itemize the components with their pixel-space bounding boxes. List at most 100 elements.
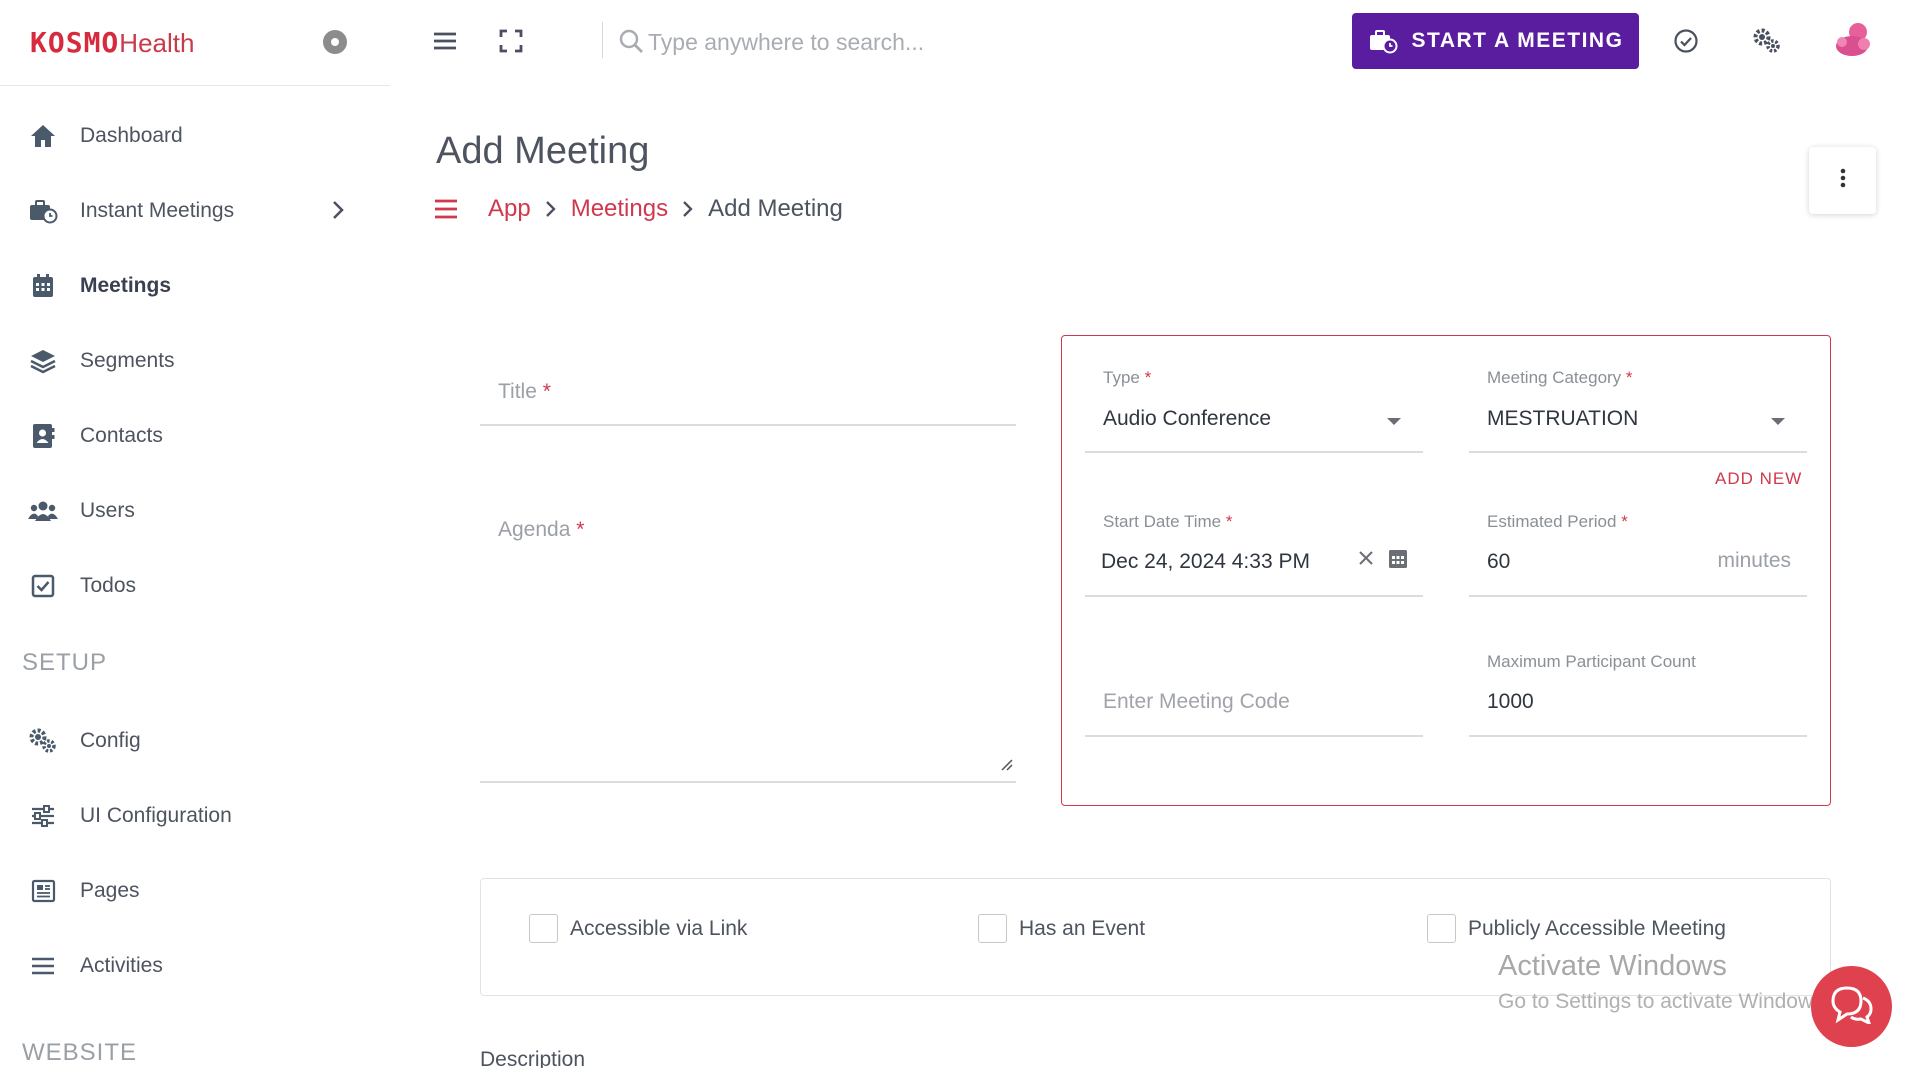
contact-book-icon bbox=[28, 421, 58, 451]
settings-gears-icon[interactable] bbox=[1752, 28, 1782, 59]
activate-windows-watermark-subtitle: Go to Settings to activate Windows. bbox=[1498, 990, 1830, 1013]
sidebar-collapse-toggle-icon[interactable] bbox=[323, 30, 347, 54]
sidebar-item-dashboard[interactable]: Dashboard bbox=[0, 98, 390, 173]
estimated-period-field[interactable]: Estimated Period * 60 minutes bbox=[1469, 512, 1807, 597]
start-date-time-label: Start Date Time * bbox=[1103, 512, 1233, 531]
home-icon bbox=[28, 121, 58, 151]
check-circle-icon[interactable] bbox=[1673, 28, 1699, 59]
start-meeting-button[interactable]: START A MEETING bbox=[1352, 13, 1639, 69]
brand-name-bold: KOSMO bbox=[30, 26, 120, 59]
gears-icon bbox=[28, 726, 58, 756]
breadcrumb-current: Add Meeting bbox=[708, 195, 843, 222]
checkbox-label: Publicly Accessible Meeting bbox=[1468, 916, 1726, 940]
user-avatar[interactable] bbox=[1832, 18, 1876, 62]
page-title: Add Meeting bbox=[436, 130, 650, 172]
activate-windows-watermark-title: Activate Windows bbox=[1498, 950, 1727, 982]
publicly-accessible-checkbox[interactable] bbox=[1427, 914, 1456, 943]
sidebar-item-ui-configuration[interactable]: UI Configuration bbox=[0, 778, 390, 853]
calendar-picker-icon[interactable] bbox=[1388, 547, 1408, 574]
sidebar-section-website: WEBSITE bbox=[22, 1039, 138, 1066]
chat-support-button[interactable] bbox=[1811, 966, 1892, 1047]
start-date-time-value: Dec 24, 2024 4:33 PM bbox=[1101, 550, 1310, 573]
meeting-code-field[interactable]: Enter Meeting Code bbox=[1085, 652, 1423, 737]
clear-x-icon[interactable] bbox=[1358, 550, 1374, 571]
sliders-icon bbox=[28, 801, 58, 831]
chat-bubbles-icon bbox=[1829, 984, 1875, 1029]
title-field: Title * bbox=[480, 362, 1016, 426]
sidebar-item-instant-meetings[interactable]: Instant Meetings bbox=[0, 173, 390, 248]
top-bar: START A MEETING bbox=[390, 0, 1917, 86]
breadcrumb-link-app[interactable]: App bbox=[488, 195, 531, 223]
sidebar-item-config[interactable]: Config bbox=[0, 703, 390, 778]
briefcase-clock-icon bbox=[1368, 28, 1398, 54]
has-an-event-checkbox[interactable] bbox=[978, 914, 1007, 943]
caret-down-icon bbox=[1771, 418, 1785, 425]
has-an-event-option[interactable]: Has an Event bbox=[978, 914, 1145, 943]
type-select[interactable]: Type * Audio Conference bbox=[1085, 368, 1423, 453]
sidebar-item-label: Pages bbox=[80, 878, 140, 902]
calendar-icon bbox=[28, 271, 58, 301]
max-participant-count-field[interactable]: Maximum Participant Count 1000 bbox=[1469, 652, 1807, 737]
type-value: Audio Conference bbox=[1103, 407, 1272, 430]
users-icon bbox=[28, 496, 58, 526]
check-square-icon bbox=[28, 571, 58, 601]
checkbox-label: Has an Event bbox=[1019, 916, 1146, 940]
fullscreen-expand-icon[interactable] bbox=[498, 28, 524, 59]
sidebar: KOSMO Health Dashboard Instant Meetings … bbox=[0, 0, 390, 1068]
sidebar-item-label: Instant Meetings bbox=[80, 198, 235, 222]
checkbox-label: Accessible via Link bbox=[570, 916, 748, 940]
meeting-category-label: Meeting Category * bbox=[1487, 368, 1633, 387]
sidebar-item-contacts[interactable]: Contacts bbox=[0, 398, 390, 473]
sidebar-item-todos[interactable]: Todos bbox=[0, 548, 390, 623]
layers-icon bbox=[28, 346, 58, 376]
accessible-via-link-checkbox[interactable] bbox=[529, 914, 558, 943]
newspaper-icon bbox=[28, 876, 58, 906]
max-participant-count-label: Maximum Participant Count bbox=[1487, 652, 1696, 671]
meeting-category-value: MESTRUATION bbox=[1487, 407, 1639, 430]
meeting-details-panel: Type * Audio Conference Meeting Category… bbox=[1061, 335, 1831, 806]
chevron-right-icon bbox=[682, 199, 694, 219]
search-input[interactable] bbox=[648, 24, 1048, 60]
topbar-divider bbox=[602, 22, 603, 58]
title-input[interactable] bbox=[480, 362, 1016, 424]
add-new-category-link[interactable]: ADD NEW bbox=[1715, 469, 1802, 489]
kebab-menu-icon bbox=[1840, 168, 1846, 193]
sidebar-item-pages[interactable]: Pages bbox=[0, 853, 390, 928]
sidebar-item-meetings[interactable]: Meetings bbox=[0, 248, 390, 323]
brand-name-light: Health bbox=[119, 28, 195, 58]
breadcrumb-link-meetings[interactable]: Meetings bbox=[571, 195, 668, 223]
agenda-field: Agenda * bbox=[480, 500, 1016, 783]
brand-logo[interactable]: KOSMO Health bbox=[30, 26, 194, 59]
search-icon bbox=[618, 28, 644, 59]
meeting-code-placeholder: Enter Meeting Code bbox=[1103, 690, 1290, 713]
sidebar-item-activities[interactable]: Activities bbox=[0, 928, 390, 1003]
agenda-textarea[interactable] bbox=[480, 500, 1016, 781]
sidebar-item-label: Dashboard bbox=[80, 123, 183, 147]
start-date-time-field[interactable]: Start Date Time * Dec 24, 2024 4:33 PM bbox=[1085, 512, 1423, 597]
caret-down-icon bbox=[1387, 418, 1401, 425]
description-label: Description bbox=[480, 1048, 586, 1068]
sidebar-item-label: Todos bbox=[80, 573, 137, 597]
type-label: Type * bbox=[1103, 368, 1152, 387]
sidebar-item-label: Meetings bbox=[80, 273, 172, 297]
sidebar-item-label: UI Configuration bbox=[80, 803, 232, 827]
meeting-category-select[interactable]: Meeting Category * MESTRUATION bbox=[1469, 368, 1807, 453]
max-participant-count-value: 1000 bbox=[1487, 690, 1534, 713]
publicly-accessible-option[interactable]: Publicly Accessible Meeting bbox=[1427, 914, 1726, 943]
sidebar-item-label: Segments bbox=[80, 348, 175, 372]
estimated-period-value: 60 bbox=[1487, 550, 1511, 573]
sidebar-section-setup: SETUP bbox=[22, 649, 108, 676]
sidebar-item-label: Users bbox=[80, 498, 135, 522]
brand-header: KOSMO Health bbox=[0, 0, 390, 86]
chevron-right-icon bbox=[545, 199, 557, 219]
more-options-button[interactable] bbox=[1809, 147, 1876, 214]
accessible-via-link-option[interactable]: Accessible via Link bbox=[529, 914, 747, 943]
resize-grip-icon[interactable] bbox=[1000, 758, 1014, 777]
sidebar-item-segments[interactable]: Segments bbox=[0, 323, 390, 398]
estimated-period-label: Estimated Period * bbox=[1487, 512, 1628, 531]
hamburger-menu-icon[interactable] bbox=[432, 28, 458, 59]
sidebar-item-label: Contacts bbox=[80, 423, 163, 447]
breadcrumb-menu-icon[interactable] bbox=[434, 198, 458, 220]
minutes-suffix: minutes bbox=[1717, 549, 1791, 572]
sidebar-item-users[interactable]: Users bbox=[0, 473, 390, 548]
